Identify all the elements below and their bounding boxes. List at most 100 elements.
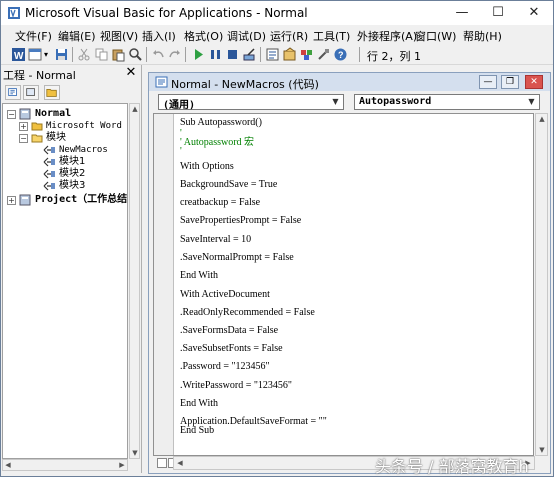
code-line[interactable]: .WritePassword = "123456" bbox=[180, 380, 292, 392]
menu-tools[interactable]: 工具(T) bbox=[313, 28, 350, 44]
menu-debug[interactable]: 调试(D) bbox=[227, 28, 266, 44]
code-line[interactable]: SavePropertiesPrompt = False bbox=[180, 215, 301, 227]
object-browser-icon[interactable] bbox=[299, 47, 314, 62]
code-line[interactable]: End With bbox=[180, 270, 218, 282]
code-line[interactable]: With ActiveDocument bbox=[180, 289, 270, 301]
design-mode-icon[interactable] bbox=[242, 47, 257, 62]
expand-icon[interactable]: + bbox=[7, 196, 16, 205]
procedure-view-button[interactable] bbox=[157, 458, 167, 468]
tree-vertical-scrollbar[interactable]: ▲ ▼ bbox=[129, 103, 140, 459]
undo-icon[interactable] bbox=[151, 47, 166, 62]
break-icon[interactable] bbox=[208, 47, 223, 62]
paste-icon[interactable] bbox=[111, 47, 126, 62]
scroll-up-icon[interactable]: ▲ bbox=[537, 114, 547, 124]
menu-run[interactable]: 运行(R) bbox=[270, 28, 308, 44]
minimize-button[interactable]: — bbox=[445, 1, 479, 25]
code-minimize-button[interactable]: — bbox=[479, 75, 497, 89]
tree-node-project[interactable]: + Project（工作总结和 bbox=[5, 194, 127, 206]
redo-icon[interactable] bbox=[167, 47, 182, 62]
collapse-icon[interactable]: − bbox=[7, 110, 16, 119]
word-icon[interactable]: W bbox=[11, 47, 26, 62]
scroll-left-icon[interactable]: ◀ bbox=[3, 460, 13, 470]
code-line[interactable]: .SaveFormsData = False bbox=[180, 325, 278, 337]
code-window: Normal - NewMacros (代码) — ❐ ✕ (通用) ▼ Aut… bbox=[148, 72, 551, 474]
menu-edit[interactable]: 编辑(E) bbox=[58, 28, 96, 44]
project-icon bbox=[19, 194, 31, 206]
code-line[interactable]: .SaveNormalPrompt = False bbox=[180, 252, 294, 264]
collapse-icon[interactable]: − bbox=[19, 134, 28, 143]
chevron-down-icon[interactable]: ▼ bbox=[329, 95, 342, 109]
chevron-down-icon[interactable]: ▼ bbox=[525, 95, 538, 109]
menu-help[interactable]: 帮助(H) bbox=[463, 28, 502, 44]
tree-node-word-objects[interactable]: + Microsoft Word 对象 bbox=[5, 120, 127, 132]
code-line[interactable]: BackgroundSave = True bbox=[180, 179, 277, 191]
close-button[interactable]: ✕ bbox=[517, 1, 551, 25]
code-line[interactable]: SaveInterval = 10 bbox=[180, 234, 251, 246]
tree-label-modules-folder: 模块 bbox=[46, 132, 66, 143]
code-close-button[interactable]: ✕ bbox=[525, 75, 543, 89]
code-line-comment[interactable]: ' bbox=[180, 146, 182, 158]
menu-insert[interactable]: 插入(I) bbox=[142, 28, 176, 44]
menu-format[interactable]: 格式(O) bbox=[184, 28, 223, 44]
project-explorer-pane: 工程 - Normal ✕ − Normal + Microsoft Word … bbox=[1, 65, 142, 473]
toolbox-icon[interactable] bbox=[316, 47, 331, 62]
scroll-left-icon[interactable]: ◀ bbox=[175, 458, 185, 468]
menu-addins[interactable]: 外接程序(A) bbox=[357, 28, 417, 44]
code-line[interactable]: Sub Autopassword() bbox=[180, 117, 262, 129]
code-line[interactable]: creatbackup = False bbox=[180, 197, 260, 209]
tree-horizontal-scrollbar[interactable]: ◀ ▶ bbox=[2, 459, 128, 471]
margin-indicator-bar[interactable] bbox=[154, 114, 174, 455]
project-pane-close-button[interactable]: ✕ bbox=[123, 65, 139, 81]
maximize-button[interactable]: ☐ bbox=[481, 1, 515, 25]
project-explorer-icon[interactable] bbox=[265, 47, 280, 62]
code-line[interactable]: .ReadOnlyRecommended = False bbox=[180, 307, 315, 319]
object-dropdown-value: (通用) bbox=[163, 100, 196, 111]
object-dropdown[interactable]: (通用) ▼ bbox=[158, 94, 344, 111]
code-editor[interactable]: Sub Autopassword() ' ' Autopassword 宏 ' … bbox=[153, 113, 534, 456]
toggle-folders-icon[interactable] bbox=[44, 85, 60, 100]
tree-label-word-objects: Microsoft Word 对象 bbox=[46, 121, 127, 131]
code-line[interactable]: End With bbox=[180, 398, 218, 410]
menu-file[interactable]: 文件(F) bbox=[15, 28, 52, 44]
menu-view[interactable]: 视图(V) bbox=[100, 28, 138, 44]
insert-userform-icon[interactable] bbox=[28, 47, 43, 62]
code-line[interactable]: With Options bbox=[180, 161, 234, 173]
tree-node-module[interactable]: 模块3 bbox=[5, 180, 127, 192]
code-line-comment[interactable]: ' Autopassword 宏 bbox=[180, 137, 254, 149]
copy-icon[interactable] bbox=[94, 47, 109, 62]
tree-node-modules-folder[interactable]: − 模块 bbox=[5, 132, 127, 144]
code-restore-button[interactable]: ❐ bbox=[501, 75, 519, 89]
toolbar-separator bbox=[72, 47, 73, 62]
project-tree: − Normal + Microsoft Word 对象 − 模块 NewMac… bbox=[2, 103, 128, 459]
toolbar-separator bbox=[185, 47, 186, 62]
view-object-icon[interactable] bbox=[23, 85, 39, 100]
folder-open-icon bbox=[31, 134, 43, 143]
view-code-icon[interactable] bbox=[5, 85, 21, 100]
cut-icon[interactable] bbox=[77, 47, 92, 62]
tree-node-module[interactable]: NewMacros bbox=[5, 144, 127, 156]
run-icon[interactable] bbox=[191, 47, 206, 62]
vba-app-icon bbox=[8, 7, 20, 19]
save-icon[interactable] bbox=[54, 47, 69, 62]
scroll-right-icon[interactable]: ▶ bbox=[117, 460, 127, 470]
reset-icon[interactable] bbox=[225, 47, 240, 62]
scroll-down-icon[interactable]: ▼ bbox=[130, 448, 140, 458]
help-icon[interactable]: ? bbox=[333, 47, 348, 62]
tree-node-module[interactable]: 模块2 bbox=[5, 168, 127, 180]
properties-icon[interactable] bbox=[282, 47, 297, 62]
tree-label-module: 模块2 bbox=[59, 168, 86, 179]
find-icon[interactable] bbox=[128, 47, 143, 62]
code-line[interactable]: .SaveSubsetFonts = False bbox=[180, 343, 283, 355]
code-line[interactable]: .Password = "123456" bbox=[180, 361, 270, 373]
tree-node-normal[interactable]: − Normal bbox=[5, 108, 127, 120]
code-line[interactable]: End Sub bbox=[180, 425, 214, 437]
scroll-up-icon[interactable]: ▲ bbox=[130, 104, 140, 114]
menu-window[interactable]: 窗口(W) bbox=[415, 28, 456, 44]
code-window-title: Normal - NewMacros (代码) bbox=[171, 78, 319, 91]
procedure-dropdown[interactable]: Autopassword ▼ bbox=[354, 94, 540, 110]
editor-vertical-scrollbar[interactable]: ▲ ▼ bbox=[535, 113, 548, 456]
vba-window: Microsoft Visual Basic for Applications … bbox=[0, 0, 554, 477]
tree-node-module[interactable]: 模块1 bbox=[5, 156, 127, 168]
expand-icon[interactable]: + bbox=[19, 122, 28, 131]
scroll-down-icon[interactable]: ▼ bbox=[537, 445, 547, 455]
